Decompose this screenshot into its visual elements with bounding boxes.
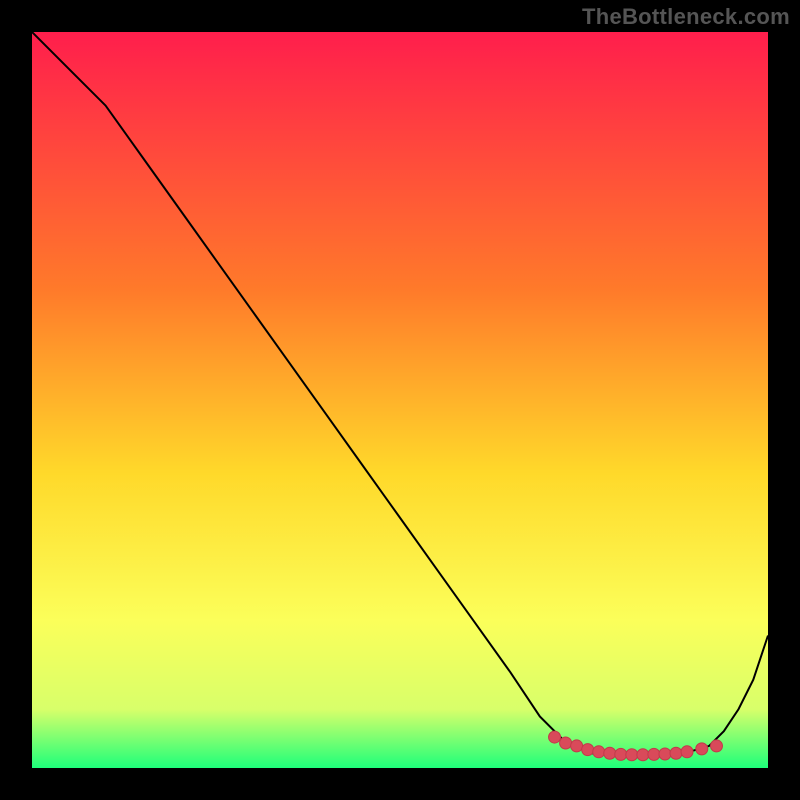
optimum-marker: [582, 744, 594, 756]
optimum-marker: [604, 747, 616, 759]
optimum-marker: [549, 731, 561, 743]
watermark-label: TheBottleneck.com: [582, 4, 790, 30]
chart-frame: TheBottleneck.com: [0, 0, 800, 800]
optimum-marker: [670, 747, 682, 759]
optimum-marker: [696, 743, 708, 755]
optimum-marker: [615, 748, 627, 760]
optimum-marker: [710, 740, 722, 752]
optimum-marker: [648, 748, 660, 760]
optimum-marker: [571, 740, 583, 752]
optimum-marker: [593, 746, 605, 758]
optimum-marker: [560, 737, 572, 749]
gradient-plot-area: [32, 32, 768, 768]
bottleneck-chart: [32, 32, 768, 768]
optimum-marker: [659, 748, 671, 760]
optimum-marker: [681, 746, 693, 758]
optimum-marker: [637, 749, 649, 761]
optimum-marker: [626, 749, 638, 761]
